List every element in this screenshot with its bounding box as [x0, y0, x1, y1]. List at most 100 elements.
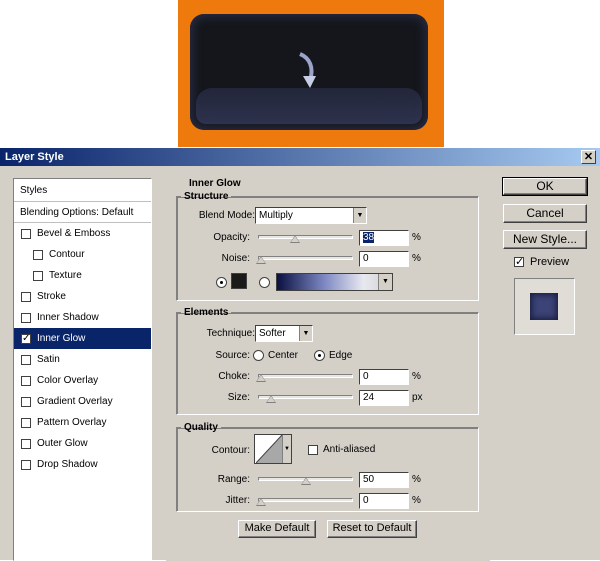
technique-dropdown[interactable]: Softer ▼: [255, 325, 313, 342]
style-item-outer-glow[interactable]: Outer Glow: [14, 433, 151, 454]
chevron-down-icon[interactable]: ▼: [299, 326, 312, 341]
style-item-inner-glow[interactable]: ✓ Inner Glow: [14, 328, 151, 349]
elements-legend: Elements: [184, 307, 229, 318]
source-label: Source:: [215, 350, 250, 361]
reset-to-default-button[interactable]: Reset to Default: [327, 520, 417, 538]
style-item-contour[interactable]: Contour: [14, 244, 151, 265]
styles-header[interactable]: Styles: [14, 179, 151, 202]
checkbox[interactable]: [21, 375, 31, 386]
blending-options-item[interactable]: Blending Options: Default: [14, 202, 151, 223]
opacity-slider-thumb[interactable]: [290, 235, 300, 243]
contour-curve-icon: [256, 435, 282, 463]
jitter-slider-thumb[interactable]: [256, 498, 266, 506]
checkbox[interactable]: [21, 228, 31, 239]
choke-input[interactable]: 0: [359, 369, 409, 385]
range-input[interactable]: 50: [359, 472, 409, 488]
contour-picker[interactable]: ▼: [254, 434, 292, 464]
size-value: 24: [363, 392, 375, 403]
checkbox[interactable]: [33, 249, 43, 260]
gradient-radio[interactable]: [259, 277, 270, 288]
choke-slider[interactable]: [258, 374, 353, 378]
style-item-label: Outer Glow: [37, 438, 88, 449]
dialog-titlebar: Layer Style ✕: [0, 148, 600, 166]
jitter-value: 0: [363, 495, 369, 506]
style-item-satin[interactable]: Satin: [14, 349, 151, 370]
checkbox[interactable]: [21, 459, 31, 470]
gradient-picker[interactable]: ▼: [276, 273, 393, 291]
jitter-slider[interactable]: [258, 498, 353, 502]
style-item-label: Pattern Overlay: [37, 417, 107, 428]
checkbox[interactable]: [21, 291, 31, 302]
size-input[interactable]: 24: [359, 390, 409, 406]
opacity-label: Opacity:: [213, 232, 250, 243]
new-style-button[interactable]: New Style...: [503, 230, 587, 249]
rendered-button-preview: [190, 14, 428, 130]
solid-color-radio[interactable]: [216, 277, 227, 288]
anti-aliased-label[interactable]: Anti-aliased: [323, 444, 375, 455]
chevron-down-icon[interactable]: ▼: [353, 208, 366, 223]
noise-input[interactable]: 0: [359, 251, 409, 267]
noise-unit: %: [412, 253, 421, 264]
source-edge-label[interactable]: Edge: [329, 350, 352, 361]
style-item-label: Inner Glow: [37, 333, 86, 344]
structure-legend: Structure: [184, 191, 229, 202]
style-item-stroke[interactable]: Stroke: [14, 286, 151, 307]
checkbox[interactable]: [21, 312, 31, 323]
ok-button[interactable]: OK: [502, 177, 588, 196]
size-unit: px: [412, 392, 423, 403]
checkbox[interactable]: [33, 270, 43, 281]
blend-mode-dropdown[interactable]: Multiply ▼: [255, 207, 367, 224]
source-center-radio[interactable]: [253, 350, 264, 361]
checkbox[interactable]: [21, 417, 31, 428]
style-item-pattern-overlay[interactable]: Pattern Overlay: [14, 412, 151, 433]
range-value: 50: [363, 474, 375, 485]
style-item-inner-shadow[interactable]: Inner Shadow: [14, 307, 151, 328]
checkbox[interactable]: [21, 354, 31, 365]
style-item-bevel-emboss[interactable]: Bevel & Emboss: [14, 223, 151, 244]
range-unit: %: [412, 474, 421, 485]
source-edge-radio[interactable]: [314, 350, 325, 361]
checkbox[interactable]: [21, 438, 31, 449]
style-item-label: Bevel & Emboss: [37, 228, 111, 239]
style-item-label: Drop Shadow: [37, 459, 98, 470]
style-item-label: Stroke: [37, 291, 66, 302]
chevron-down-icon[interactable]: ▼: [378, 274, 392, 290]
choke-label: Choke:: [218, 371, 250, 382]
blend-mode-label: Blend Mode:: [198, 210, 255, 221]
checkbox[interactable]: [21, 396, 31, 407]
choke-value: 0: [363, 371, 369, 382]
jitter-input[interactable]: 0: [359, 493, 409, 509]
curved-arrow-icon: [299, 52, 316, 88]
style-item-label: Gradient Overlay: [37, 396, 113, 407]
opacity-input[interactable]: 38: [359, 230, 409, 246]
style-item-gradient-overlay[interactable]: Gradient Overlay: [14, 391, 151, 412]
glow-color-swatch[interactable]: [231, 273, 247, 289]
preview-checkbox[interactable]: ✓: [514, 257, 524, 268]
jitter-unit: %: [412, 495, 421, 506]
cancel-button[interactable]: Cancel: [503, 204, 587, 223]
chevron-down-icon[interactable]: ▼: [282, 435, 291, 463]
close-button[interactable]: ✕: [581, 150, 596, 164]
source-center-label[interactable]: Center: [268, 350, 298, 361]
style-item-label: Texture: [49, 270, 82, 281]
range-slider-thumb[interactable]: [301, 477, 311, 485]
range-label: Range:: [217, 474, 250, 485]
styles-list: Styles Blending Options: Default Bevel &…: [13, 178, 152, 561]
style-item-texture[interactable]: Texture: [14, 265, 151, 286]
make-default-button[interactable]: Make Default: [238, 520, 316, 538]
noise-slider[interactable]: [258, 256, 353, 260]
opacity-slider[interactable]: [258, 235, 353, 239]
style-item-label: Satin: [37, 354, 60, 365]
style-item-drop-shadow[interactable]: Drop Shadow: [14, 454, 151, 475]
anti-aliased-checkbox[interactable]: [308, 445, 318, 455]
style-item-color-overlay[interactable]: Color Overlay: [14, 370, 151, 391]
choke-slider-thumb[interactable]: [256, 374, 266, 382]
style-item-label: Inner Shadow: [37, 312, 99, 323]
canvas-preview: [178, 0, 444, 148]
size-slider-thumb[interactable]: [266, 395, 276, 403]
checkbox-checked[interactable]: ✓: [21, 333, 31, 344]
contour-label: Contour:: [211, 445, 250, 456]
quality-legend: Quality: [184, 422, 218, 433]
preview-label[interactable]: Preview: [530, 256, 569, 268]
noise-slider-thumb[interactable]: [256, 256, 266, 264]
